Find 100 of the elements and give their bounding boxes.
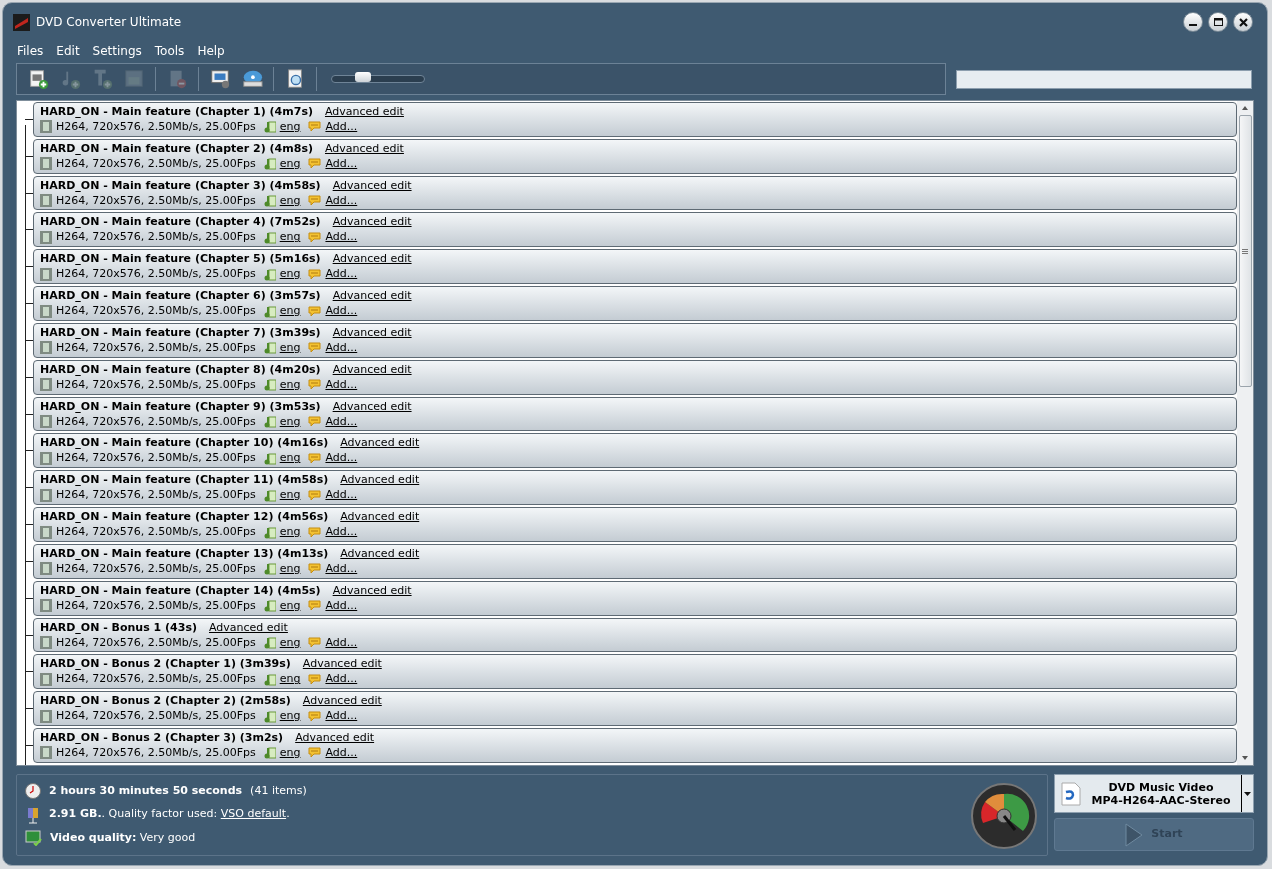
advanced-edit-link[interactable]: Advanced edit	[340, 546, 420, 561]
maximize-button[interactable]	[1208, 12, 1228, 32]
add-subtitle-link[interactable]: Add...	[325, 119, 358, 134]
title-name: HARD_ON - Main feature (Chapter 5) (5m16s)	[40, 252, 321, 267]
title-card[interactable]: HARD_ON - Main feature (Chapter 13) (4m13s) Advanced edit H264, 720x576, 2.50Mb/s, 25.00Fps eng Add...	[33, 543, 1237, 579]
close-button[interactable]	[1233, 12, 1253, 32]
advanced-edit-link[interactable]: Advanced edit	[332, 399, 412, 414]
title-card[interactable]: HARD_ON - Main feature (Chapter 6) (3m57s) Advanced edit H264, 720x576, 2.50Mb/s, 25.00Fps eng Add...	[33, 286, 1237, 321]
advanced-edit-link[interactable]: Advanced edit	[302, 694, 382, 709]
title-card[interactable]: HARD_ON - Bonus 2 (Chapter 3) (3m2s) Advanced edit H264, 720x576, 2.50Mb/s, 25.00Fps eng Add...	[33, 728, 1237, 763]
add-subtitle-link[interactable]: Add...	[325, 525, 358, 539]
add-subtitle-link[interactable]: Add...	[325, 635, 358, 650]
advanced-edit-link[interactable]: Advanced edit	[324, 104, 404, 119]
scroll-thumb[interactable]	[1238, 115, 1252, 387]
scrollbar[interactable]	[1237, 101, 1253, 765]
audio-track-link[interactable]: eng	[279, 304, 301, 319]
title-card[interactable]: HARD_ON - Main feature (Chapter 10) (4m16s) Advanced edit H264, 720x576, 2.50Mb/s, 25.00Fps eng Add...	[33, 433, 1237, 469]
title-card[interactable]: HARD_ON - Bonus 2 (Chapter 1) (3m39s) Advanced edit H264, 720x576, 2.50Mb/s, 25.00Fps eng Add...	[33, 654, 1237, 690]
add-subtitle-link[interactable]: Add...	[325, 561, 358, 576]
advanced-edit-link[interactable]: Advanced edit	[332, 583, 412, 598]
title-card[interactable]: HARD_ON - Main feature (Chapter 7) (3m39s) Advanced edit H264, 720x576, 2.50Mb/s, 25.00Fps eng Add...	[33, 322, 1237, 358]
advanced-edit-link[interactable]: Advanced edit	[332, 325, 412, 340]
title-card[interactable]: HARD_ON - Main feature (Chapter 1) (4m7s) Advanced edit H264, 720x576, 2.50Mb/s, 25.00Fps eng Add...	[33, 102, 1237, 137]
menu-item[interactable]: Tools	[154, 42, 185, 60]
add-subtitle-link[interactable]: Add...	[325, 414, 358, 429]
search-field[interactable]	[956, 69, 1252, 89]
audio-track-link[interactable]: eng	[279, 230, 301, 245]
advanced-edit-link[interactable]: Advanced edit	[340, 436, 420, 451]
add-subtitle-link[interactable]: Add...	[325, 377, 358, 392]
add-subtitle-link[interactable]: Add...	[325, 598, 358, 613]
minimize-button[interactable]	[1183, 12, 1203, 32]
add-subtitle-link[interactable]: Add...	[325, 451, 358, 466]
audio-track-link[interactable]: eng	[279, 267, 301, 282]
add-subtitle-link[interactable]: Add...	[325, 488, 358, 503]
advanced-edit-link[interactable]: Advanced edit	[340, 473, 420, 488]
title-card[interactable]: HARD_ON - Main feature (Chapter 8) (4m20s) Advanced edit H264, 720x576, 2.50Mb/s, 25.00Fps eng Add...	[33, 359, 1237, 395]
title-card[interactable]: HARD_ON - Main feature (Chapter 11) (4m58s) Advanced edit H264, 720x576, 2.50Mb/s, 25.00Fps eng Add...	[33, 470, 1237, 506]
audio-track-link[interactable]: eng	[279, 414, 301, 429]
title-card[interactable]: HARD_ON - Main feature (Chapter 3) (4m58s) Advanced edit H264, 720x576, 2.50Mb/s, 25.00Fps eng Add...	[33, 175, 1237, 211]
add-subtitle-link[interactable]: Add...	[325, 746, 358, 760]
add-subtitle-link[interactable]: Add...	[325, 340, 358, 355]
add-subtitle-link[interactable]: Add...	[325, 156, 358, 171]
monitor-gear-icon	[209, 68, 231, 90]
video-info: H264, 720x576, 2.50Mb/s, 25.00Fps	[56, 267, 256, 282]
title-card[interactable]: HARD_ON - Main feature (Chapter 9) (3m53s) Advanced edit H264, 720x576, 2.50Mb/s, 25.00Fps eng Add...	[33, 396, 1237, 432]
add-subtitle-link[interactable]: Add...	[325, 193, 358, 208]
add-subtitle-link[interactable]: Add...	[325, 672, 358, 687]
title-card[interactable]: HARD_ON - Main feature (Chapter 4) (7m52s) Advanced edit H264, 720x576, 2.50Mb/s, 25.00Fps eng Add...	[33, 212, 1237, 248]
add-subtitle-link[interactable]: Add...	[325, 304, 358, 319]
add-subtitle-link[interactable]: Add...	[325, 267, 358, 282]
advanced-edit-link[interactable]: Advanced edit	[332, 362, 412, 377]
audio-track-link[interactable]: eng	[279, 156, 301, 171]
audio-track-link[interactable]: eng	[279, 119, 301, 134]
title-card[interactable]: HARD_ON - Main feature (Chapter 14) (4m5s) Advanced edit H264, 720x576, 2.50Mb/s, 25.00Fps eng Add...	[33, 580, 1237, 616]
title-card[interactable]: HARD_ON - Bonus 1 (43s) Advanced edit H264, 720x576, 2.50Mb/s, 25.00Fps eng Add...	[33, 617, 1237, 653]
music-note-icon	[263, 341, 276, 355]
title-card[interactable]: HARD_ON - Main feature (Chapter 12) (4m56s) Advanced edit H264, 720x576, 2.50Mb/s, 25.00Fps eng Add...	[33, 507, 1237, 542]
menu-item[interactable]: Files	[17, 42, 44, 60]
zoom-slider[interactable]	[331, 75, 425, 83]
menu-item[interactable]: Help	[197, 42, 225, 60]
audio-track-link[interactable]: eng	[279, 709, 301, 724]
audio-track-link[interactable]: eng	[279, 488, 301, 503]
advanced-edit-link[interactable]: Advanced edit	[295, 731, 375, 745]
add-subtitle-link[interactable]: Add...	[325, 230, 358, 245]
advanced-edit-link[interactable]: Advanced edit	[332, 252, 412, 267]
title-name: HARD_ON - Main feature (Chapter 3) (4m58s)	[40, 178, 321, 193]
audio-track-link[interactable]: eng	[279, 672, 301, 687]
title-card[interactable]: HARD_ON - Main feature (Chapter 2) (4m8s) Advanced edit H264, 720x576, 2.50Mb/s, 25.00Fps eng Add...	[33, 138, 1237, 174]
video-info: H264, 720x576, 2.50Mb/s, 25.00Fps	[56, 377, 256, 392]
menu-item[interactable]: Settings	[92, 42, 142, 60]
advanced-edit-link[interactable]: Advanced edit	[302, 657, 382, 672]
title-name: HARD_ON - Main feature (Chapter 6) (3m57s)	[40, 289, 321, 304]
add-subtitle-link[interactable]: Add...	[325, 709, 358, 724]
audio-track-link[interactable]: eng	[279, 377, 301, 392]
audio-track-link[interactable]: eng	[279, 525, 301, 539]
video-info: H264, 720x576, 2.50Mb/s, 25.00Fps	[56, 598, 256, 613]
menu-item[interactable]: Edit	[56, 42, 80, 60]
advanced-edit-link[interactable]: Advanced edit	[332, 215, 412, 230]
advanced-edit-link[interactable]: Advanced edit	[332, 289, 412, 304]
audio-track-link[interactable]: eng	[279, 561, 301, 576]
video-info: H264, 720x576, 2.50Mb/s, 25.00Fps	[56, 488, 256, 503]
audio-track-link[interactable]: eng	[279, 635, 301, 650]
film-icon	[40, 599, 52, 613]
audio-track-link[interactable]: eng	[279, 193, 301, 208]
film-icon	[40, 341, 52, 355]
audio-track-link[interactable]: eng	[279, 451, 301, 466]
audio-track-link[interactable]: eng	[279, 598, 301, 613]
title-card[interactable]: HARD_ON - Bonus 2 (Chapter 2) (2m58s) Advanced edit H264, 720x576, 2.50Mb/s, 25.00Fps eng Add...	[33, 691, 1237, 727]
title-card[interactable]: HARD_ON - Main feature (Chapter 5) (5m16s) Advanced edit H264, 720x576, 2.50Mb/s, 25.00Fps eng Add...	[33, 249, 1237, 285]
advanced-edit-link[interactable]: Advanced edit	[340, 510, 420, 524]
profile-dropdown[interactable]: DVD Music Video MP4-H264-AAC-Stereo	[1054, 774, 1254, 813]
film-icon	[40, 709, 52, 723]
advanced-edit-link[interactable]: Advanced edit	[324, 141, 404, 156]
audio-track-link[interactable]: eng	[279, 340, 301, 355]
advanced-edit-link[interactable]: Advanced edit	[209, 620, 288, 635]
film-icon	[40, 451, 52, 465]
advanced-edit-link[interactable]: Advanced edit	[332, 178, 412, 193]
slider-thumb[interactable]	[355, 72, 372, 82]
app-logo-icon	[13, 13, 30, 31]
audio-track-link[interactable]: eng	[279, 746, 301, 760]
